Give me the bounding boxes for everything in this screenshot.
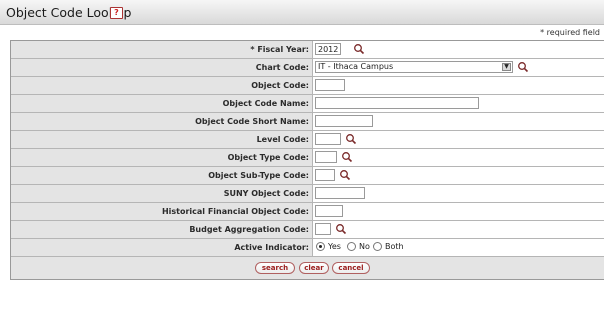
cancel-button[interactable]: cancel (332, 262, 370, 274)
level-code-input[interactable] (315, 133, 341, 145)
object-code-label: Object Code: (11, 77, 313, 94)
chart-code-selected-value: IT - Ithaca Campus (318, 62, 394, 71)
suny-object-code-label: SUNY Object Code: (11, 185, 313, 202)
object-type-code-input[interactable] (315, 151, 337, 163)
active-yes-radio[interactable] (316, 242, 325, 251)
help-icon[interactable]: ? (110, 7, 123, 19)
object-code-name-input[interactable] (315, 97, 479, 109)
title-bar: Object Code Lookup ? (0, 0, 604, 25)
historical-financial-object-code-input[interactable] (315, 205, 343, 217)
lookup-form: * Fiscal Year: Chart Code: IT - Ithaca C… (10, 40, 604, 280)
level-code-lookup-icon[interactable] (345, 133, 357, 145)
active-no-radio[interactable] (347, 242, 356, 251)
object-code-short-name-row: Object Code Short Name: (11, 113, 604, 131)
object-code-name-label: Object Code Name: (11, 95, 313, 112)
object-sub-type-code-input[interactable] (315, 169, 335, 181)
active-yes-label: Yes (328, 242, 341, 251)
level-code-label: Level Code: (11, 131, 313, 148)
budget-aggregation-code-row: Budget Aggregation Code: (11, 221, 604, 239)
historical-financial-object-code-row: Historical Financial Object Code: (11, 203, 604, 221)
fiscal-year-input[interactable] (315, 43, 341, 55)
chart-code-lookup-icon[interactable] (517, 61, 529, 73)
chart-code-label: Chart Code: (11, 59, 313, 76)
fiscal-year-row: * Fiscal Year: (11, 41, 604, 59)
object-code-input[interactable] (315, 79, 345, 91)
chart-code-select[interactable]: IT - Ithaca Campus ▼ (315, 61, 513, 73)
suny-object-code-input[interactable] (315, 187, 365, 199)
clear-button[interactable]: clear (299, 262, 329, 274)
active-both-label: Both (385, 242, 404, 251)
budget-aggregation-code-label: Budget Aggregation Code: (11, 221, 313, 238)
object-code-short-name-input[interactable] (315, 115, 373, 127)
search-button[interactable]: search (255, 262, 295, 274)
object-sub-type-code-row: Object Sub-Type Code: (11, 167, 604, 185)
chart-code-row: Chart Code: IT - Ithaca Campus ▼ (11, 59, 604, 77)
active-indicator-label: Active Indicator: (11, 239, 313, 256)
object-type-code-lookup-icon[interactable] (341, 151, 353, 163)
object-sub-type-code-label: Object Sub-Type Code: (11, 167, 313, 184)
button-row: search clear cancel (11, 257, 604, 279)
object-type-code-label: Object Type Code: (11, 149, 313, 166)
budget-aggregation-code-input[interactable] (315, 223, 331, 235)
level-code-row: Level Code: (11, 131, 604, 149)
object-code-name-row: Object Code Name: (11, 95, 604, 113)
suny-object-code-row: SUNY Object Code: (11, 185, 604, 203)
object-sub-type-code-lookup-icon[interactable] (339, 169, 351, 181)
chevron-down-icon[interactable]: ▼ (502, 63, 511, 71)
budget-aggregation-code-lookup-icon[interactable] (335, 223, 347, 235)
fiscal-year-lookup-icon[interactable] (353, 43, 365, 55)
fiscal-year-label: * Fiscal Year: (11, 41, 313, 58)
active-indicator-row: Active Indicator: Yes No Both (11, 239, 604, 257)
historical-financial-object-code-label: Historical Financial Object Code: (11, 203, 313, 220)
object-code-row: Object Code: (11, 77, 604, 95)
active-no-label: No (359, 242, 370, 251)
active-both-radio[interactable] (373, 242, 382, 251)
required-field-note: * required field (540, 28, 600, 37)
object-type-code-row: Object Type Code: (11, 149, 604, 167)
object-code-short-name-label: Object Code Short Name: (11, 113, 313, 130)
